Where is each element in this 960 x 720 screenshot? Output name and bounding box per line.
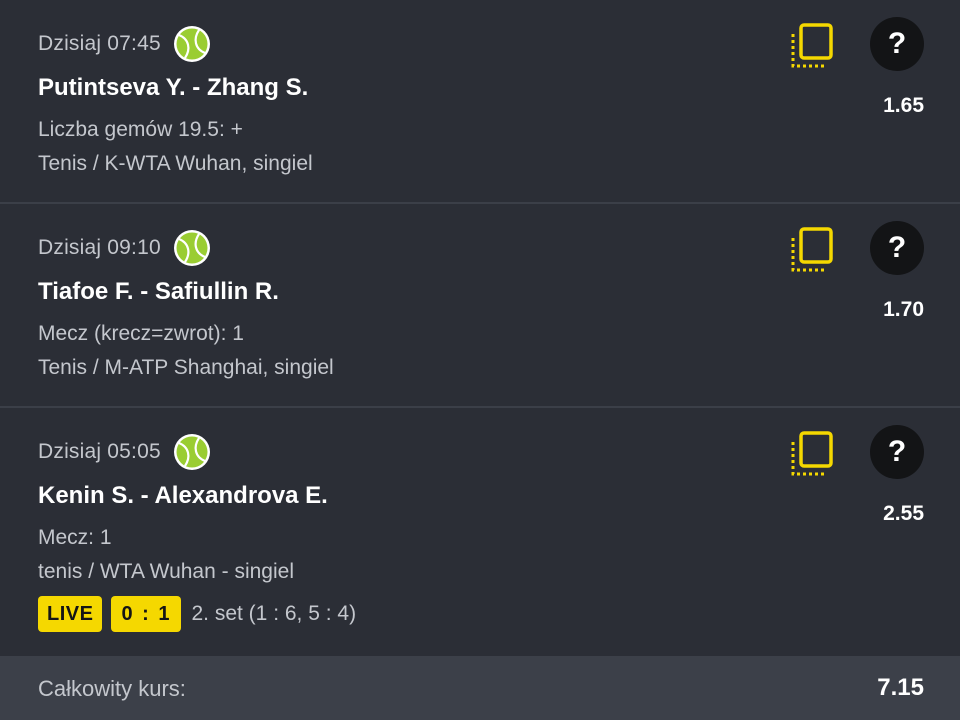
total-odds-bar: Całkowity kurs: 7.15 [0,656,960,720]
live-score-badge: 0 : 1 [111,596,182,632]
live-badge: LIVE [38,596,103,632]
bet-item: Dzisiaj 05:05 Kenin S. - Alexandrova E. … [0,408,960,656]
bet-item: Dzisiaj 09:10 Tiafoe F. - Safiullin R. M… [0,204,960,406]
bet-time: Dzisiaj 05:05 [38,440,161,463]
live-status-row: LIVE 0 : 1 2. set (1 : 6, 5 : 4) [38,596,356,632]
bet-time-row: Dzisiaj 05:05 [38,432,211,472]
help-button[interactable]: ? [870,17,924,71]
bet-time-row: Dzisiaj 07:45 [38,24,211,64]
bet-league: Tenis / K-WTA Wuhan, singiel [38,152,313,175]
copy-icon[interactable] [788,226,834,274]
bet-market: Mecz (krecz=zwrot): 1 [38,322,244,345]
help-button[interactable]: ? [870,221,924,275]
bet-odds: 2.55 [883,502,924,525]
tennis-ball-icon [173,229,211,267]
help-button[interactable]: ? [870,425,924,479]
bet-time-row: Dzisiaj 09:10 [38,228,211,268]
bet-market: Liczba gemów 19.5: + [38,118,243,141]
bet-match: Tiafoe F. - Safiullin R. [38,278,279,305]
copy-icon[interactable] [788,430,834,478]
total-odds-label: Całkowity kurs: [38,676,186,701]
bet-league: Tenis / M-ATP Shanghai, singiel [38,356,334,379]
tennis-ball-icon [173,25,211,63]
bet-item: Dzisiaj 07:45 Putintseva Y. - Zhang S. L… [0,0,960,202]
bet-odds: 1.70 [883,298,924,321]
tennis-ball-icon [173,433,211,471]
bet-match: Kenin S. - Alexandrova E. [38,482,328,509]
total-odds-value: 7.15 [877,674,924,701]
bet-market: Mecz: 1 [38,526,112,549]
bet-odds: 1.65 [883,94,924,117]
set-info: 2. set (1 : 6, 5 : 4) [191,602,357,625]
copy-icon[interactable] [788,22,834,70]
bet-match: Putintseva Y. - Zhang S. [38,74,309,101]
bet-league: tenis / WTA Wuhan - singiel [38,560,294,583]
bet-time: Dzisiaj 07:45 [38,32,161,55]
bet-time: Dzisiaj 09:10 [38,236,161,259]
